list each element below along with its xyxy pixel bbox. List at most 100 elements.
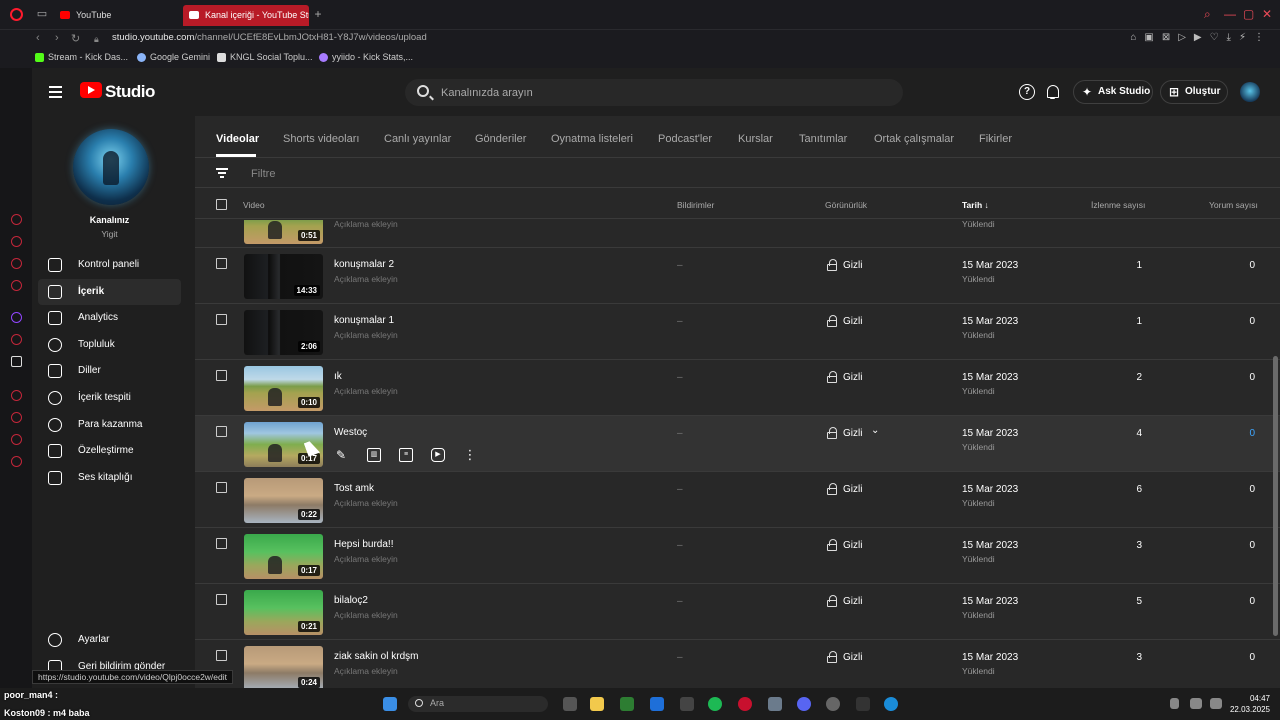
display-icon[interactable] <box>1190 698 1202 709</box>
nav-item-analytics[interactable]: Analytics <box>38 305 181 331</box>
column-views[interactable]: İzlenme sayısı <box>1091 200 1145 210</box>
analytics-icon[interactable]: ▥ <box>367 448 381 462</box>
row-checkbox[interactable] <box>216 314 227 325</box>
video-thumbnail[interactable]: 0:10 <box>244 366 323 411</box>
create-button[interactable]: ⊞ Oluştur <box>1160 80 1228 104</box>
tab-overview-icon[interactable]: ▭ <box>36 8 48 20</box>
windows-start-icon[interactable] <box>383 697 397 711</box>
visibility-value[interactable]: Gizli <box>843 260 862 271</box>
row-checkbox[interactable] <box>216 538 227 549</box>
filter-icon[interactable] <box>216 168 228 178</box>
extension-icons[interactable]: ⌂▣⊠▷▶♡⤓⚡︎⋮ <box>1130 32 1272 43</box>
video-thumbnail[interactable]: 0:24 <box>244 646 323 688</box>
video-title[interactable]: Hepsi burda!! <box>334 539 393 550</box>
app-icon[interactable] <box>768 697 782 711</box>
app-icon[interactable] <box>826 697 840 711</box>
bookmark-gemini[interactable]: Google Gemini <box>137 52 210 62</box>
column-comments[interactable]: Yorum sayısı <box>1209 200 1258 210</box>
volume-icon[interactable] <box>1210 698 1222 709</box>
maximize-icon[interactable]: ▢ <box>1243 8 1254 20</box>
row-checkbox[interactable] <box>216 482 227 493</box>
tab-podcasts[interactable]: Podcast'ler <box>658 133 712 145</box>
video-thumbnail[interactable]: 0:21 <box>244 590 323 635</box>
more-options-icon[interactable]: ⋮ <box>463 448 477 462</box>
video-thumbnail[interactable]: 0:17 <box>244 534 323 579</box>
nav-item-content[interactable]: İçerik <box>38 279 181 305</box>
minimize-icon[interactable]: — <box>1224 8 1236 20</box>
opera-gx-icon[interactable] <box>738 697 752 711</box>
tab-promotions[interactable]: Tanıtımlar <box>799 133 847 145</box>
nav-item-customization[interactable]: Özelleştirme <box>38 438 181 464</box>
nav-item-languages[interactable]: Diller <box>38 358 181 384</box>
nav-item-audio-library[interactable]: Ses kitaplığı <box>38 465 181 491</box>
ask-studio-button[interactable]: ✦ Ask Studio <box>1073 80 1153 104</box>
video-thumbnail[interactable]: 2:06 <box>244 310 323 355</box>
channel-search[interactable] <box>405 79 903 106</box>
table-row[interactable]: 0:17 Hepsi burda!! Açıklama ekleyin – Gi… <box>195 528 1280 584</box>
row-checkbox[interactable] <box>216 594 227 605</box>
settings-icon[interactable] <box>11 456 22 467</box>
column-date[interactable]: Tarih ↓ <box>962 200 989 210</box>
row-checkbox[interactable] <box>216 370 227 381</box>
video-description[interactable]: Açıklama ekleyin <box>334 498 398 508</box>
video-thumbnail[interactable]: 14:33 <box>244 254 323 299</box>
comments-count[interactable]: 0 <box>1249 428 1255 439</box>
search-tabs-icon[interactable]: ⌕ <box>1204 8 1211 20</box>
youtube-play-icon[interactable]: ▶ <box>431 448 445 462</box>
forward-icon[interactable]: › <box>55 32 59 44</box>
filter-input[interactable]: Filtre <box>251 168 275 180</box>
edge-icon[interactable] <box>884 697 898 711</box>
history-icon[interactable] <box>11 412 22 423</box>
percent-icon[interactable] <box>11 334 22 345</box>
comments-icon[interactable]: ≡ <box>399 448 413 462</box>
chevron-down-icon[interactable]: ⌄ <box>871 425 879 436</box>
video-title[interactable]: konuşmalar 2 <box>334 259 394 270</box>
taskbar-search[interactable]: Ara <box>408 696 548 712</box>
file-explorer-icon[interactable] <box>590 697 604 711</box>
tab-posts[interactable]: Gönderiler <box>475 133 526 145</box>
microphone-icon[interactable] <box>1170 698 1179 709</box>
url-field[interactable]: studio.youtube.com/channel/UCEfE8EvLbmJO… <box>112 32 427 43</box>
row-checkbox[interactable] <box>216 650 227 661</box>
visibility-value[interactable]: Gizli <box>843 596 862 607</box>
video-description[interactable]: Açıklama ekleyin <box>334 554 398 564</box>
video-title[interactable]: Tost amk <box>334 483 374 494</box>
x-twitter-icon[interactable] <box>11 356 22 367</box>
video-description[interactable]: Açıklama ekleyin <box>334 330 398 340</box>
twitch-icon[interactable] <box>11 312 22 323</box>
whatsapp-icon[interactable] <box>11 434 22 445</box>
messenger-icon[interactable] <box>11 258 22 269</box>
discord-icon[interactable] <box>797 697 811 711</box>
table-row[interactable]: 2:06 konuşmalar 1 Açıklama ekleyin – Giz… <box>195 304 1280 360</box>
video-description[interactable]: Açıklama ekleyin <box>334 220 398 229</box>
crypto-icon[interactable] <box>11 236 22 247</box>
nav-item-dashboard[interactable]: Kontrol paneli <box>38 252 181 278</box>
table-row[interactable]: 0:24 ziak sakin ol krdşm Açıklama ekleyi… <box>195 640 1280 688</box>
visibility-value[interactable]: Gizli <box>843 316 862 327</box>
video-description[interactable]: Açıklama ekleyin <box>334 610 398 620</box>
menu-icon[interactable] <box>49 86 62 98</box>
visibility-value[interactable]: Gizli <box>843 652 862 663</box>
video-description[interactable]: Açıklama ekleyin <box>334 274 398 284</box>
edit-pencil-icon[interactable]: ✎ <box>334 448 348 462</box>
video-description[interactable]: Açıklama ekleyin <box>334 666 398 676</box>
channel-avatar[interactable] <box>73 129 149 205</box>
notifications-bell-icon[interactable] <box>1046 84 1060 100</box>
new-tab-icon[interactable]: + <box>312 8 324 20</box>
lock-icon[interactable]: 🔒︎ <box>94 34 99 45</box>
taskbar-clock[interactable]: 04:47 22.03.2025 <box>1230 693 1270 715</box>
table-row[interactable]: 0:22 Tost amk Açıklama ekleyin – Gizli 1… <box>195 472 1280 528</box>
tab-ideas[interactable]: Fikirler <box>979 133 1012 145</box>
reload-icon[interactable]: ↻ <box>71 32 80 45</box>
content-scrollbar[interactable] <box>1273 356 1278 636</box>
video-title[interactable]: konuşmalar 1 <box>334 315 394 326</box>
row-checkbox[interactable] <box>216 258 227 269</box>
tab-videos[interactable]: Videolar <box>216 133 259 145</box>
visibility-value[interactable]: Gizli <box>843 540 862 551</box>
outlook-icon[interactable] <box>650 697 664 711</box>
bookmark-kick[interactable]: Stream - Kick Das... <box>35 52 128 62</box>
bookmark-kngl[interactable]: KNGL Social Toplu... <box>217 52 313 62</box>
spotify-icon[interactable] <box>708 697 722 711</box>
video-description[interactable]: Açıklama ekleyin <box>334 386 398 396</box>
row-checkbox[interactable] <box>216 426 227 437</box>
